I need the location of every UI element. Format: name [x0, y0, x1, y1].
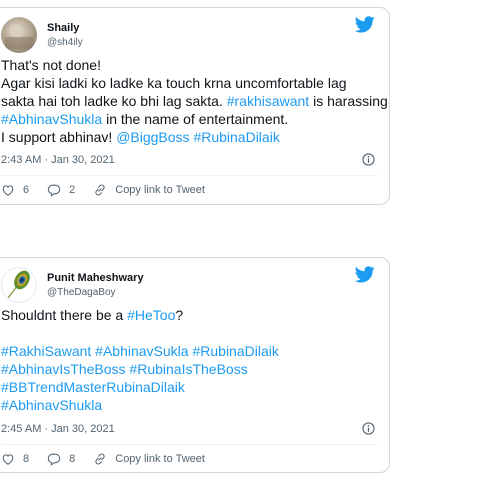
link-icon	[95, 184, 105, 196]
tweet-card-2[interactable]: Punit Maheshwary @TheDagaBoy Shouldnt th…	[0, 257, 390, 473]
tweet-header: Punit Maheshwary @TheDagaBoy	[1, 267, 389, 307]
tweet-header: Shaily @sh4ily	[1, 17, 389, 57]
link-icon	[95, 453, 105, 465]
tweet-text-run: ?	[175, 307, 184, 323]
tweet-line: That's not done!	[1, 56, 388, 74]
avatar-image	[5, 24, 33, 49]
reply-icon	[47, 453, 61, 466]
hashtag-link[interactable]: #RubinaDilaik	[193, 129, 279, 145]
hashtag-link[interactable]: #RakhiSawant	[1, 343, 91, 359]
mention-link[interactable]: @BiggBoss	[116, 129, 189, 145]
hashtag-link[interactable]: #AbhinavShukla	[1, 111, 102, 127]
author-name[interactable]: Shaily	[47, 22, 79, 34]
avatar[interactable]	[1, 17, 37, 53]
tweet-timestamp[interactable]: 2:43 AM · Jan 30, 2021	[1, 154, 115, 166]
tweet-line: #AbhinavIsTheBoss #RubinaIsTheBoss	[1, 360, 279, 378]
tweet-line: Agar kisi ladki ko ladke ka touch krna u…	[1, 74, 388, 92]
tweet-text: That's not done! Agar kisi ladki ko ladke…	[1, 56, 388, 146]
hashtag-link[interactable]: #rakhisawant	[227, 93, 310, 109]
hashtag-link[interactable]: #AbhinavShukla	[1, 397, 102, 413]
author-handle[interactable]: @sh4ily	[47, 37, 83, 48]
author-handle[interactable]: @TheDagaBoy	[47, 287, 116, 298]
copy-link-label: Copy link to Tweet	[115, 453, 205, 465]
tweet-actions: 6 2 Copy link to Tweet	[1, 183, 223, 197]
twitter-bird-icon[interactable]	[355, 266, 375, 283]
hashtag-link[interactable]: #AbhinavSukla	[95, 343, 188, 359]
like-count: 8	[23, 453, 30, 465]
copy-link-button[interactable]: Copy link to Tweet	[93, 183, 205, 197]
tweet-text-run: in the name of entertainment.	[102, 111, 289, 127]
hashtag-link[interactable]: #BBTrendMasterRubinaDilaik	[1, 379, 185, 395]
peacock-feather-icon	[7, 270, 30, 299]
divider	[1, 175, 377, 176]
tweet-text-run: is harassing	[309, 93, 388, 109]
tweet-text-run: sakta hai toh ladke ko bhi lag sakta.	[1, 93, 227, 109]
twitter-bird-icon[interactable]	[355, 16, 375, 33]
tweet-timestamp[interactable]: 2:45 AM · Jan 30, 2021	[1, 423, 115, 435]
tweet-line: #AbhinavShukla	[1, 396, 279, 414]
reply-icon	[47, 184, 61, 197]
hashtag-link[interactable]: #RubinaIsTheBoss	[129, 361, 247, 377]
tweet-actions: 8 8 Copy link to Tweet	[1, 452, 223, 466]
tweet-line: #AbhinavShukla in the name of entertainm…	[1, 110, 388, 128]
tweet-line	[1, 324, 279, 342]
divider	[1, 444, 377, 445]
hashtag-link[interactable]: #AbhinavIsTheBoss	[1, 361, 126, 377]
tweet-text-run: That's not done!	[1, 57, 101, 73]
reply-button[interactable]: 8	[47, 452, 75, 466]
info-icon[interactable]	[362, 422, 375, 435]
tweet-text: Shouldnt there be a #HeToo? #RakhiSawant …	[1, 306, 279, 414]
copy-link-button[interactable]: Copy link to Tweet	[93, 452, 205, 466]
heart-icon	[2, 185, 14, 196]
tweet-line: I support abhinav! @BiggBoss #RubinaDila…	[1, 128, 388, 146]
tweet-line: Shouldnt there be a #HeToo?	[1, 306, 279, 324]
tweet-text-run: Agar kisi ladki ko ladke ka touch krna u…	[1, 75, 347, 91]
reply-count: 2	[69, 184, 76, 196]
author-name[interactable]: Punit Maheshwary	[47, 272, 144, 284]
reply-button[interactable]: 2	[47, 183, 75, 197]
like-button[interactable]: 6	[1, 183, 29, 197]
tweet-text-run: Shouldnt there be a	[1, 307, 128, 323]
hashtag-link[interactable]: #RubinaDilaik	[192, 343, 278, 359]
tweet-line: sakta hai toh ladke ko bhi lag sakta. #r…	[1, 92, 388, 110]
tweet-line: #RakhiSawant #AbhinavSukla #RubinaDilaik	[1, 342, 279, 360]
avatar[interactable]	[1, 267, 37, 303]
tweet-card-1[interactable]: Shaily @sh4ily That's not done! Agar kisi…	[0, 7, 390, 205]
like-count: 6	[23, 184, 30, 196]
info-icon[interactable]	[362, 153, 375, 166]
tweet-text-run: I support abhinav!	[1, 129, 117, 145]
tweet-line: #BBTrendMasterRubinaDilaik	[1, 378, 279, 396]
like-button[interactable]: 8	[1, 452, 29, 466]
hashtag-link[interactable]: #HeToo	[127, 307, 175, 323]
heart-icon	[2, 454, 14, 465]
copy-link-label: Copy link to Tweet	[115, 184, 205, 196]
reply-count: 8	[69, 453, 76, 465]
